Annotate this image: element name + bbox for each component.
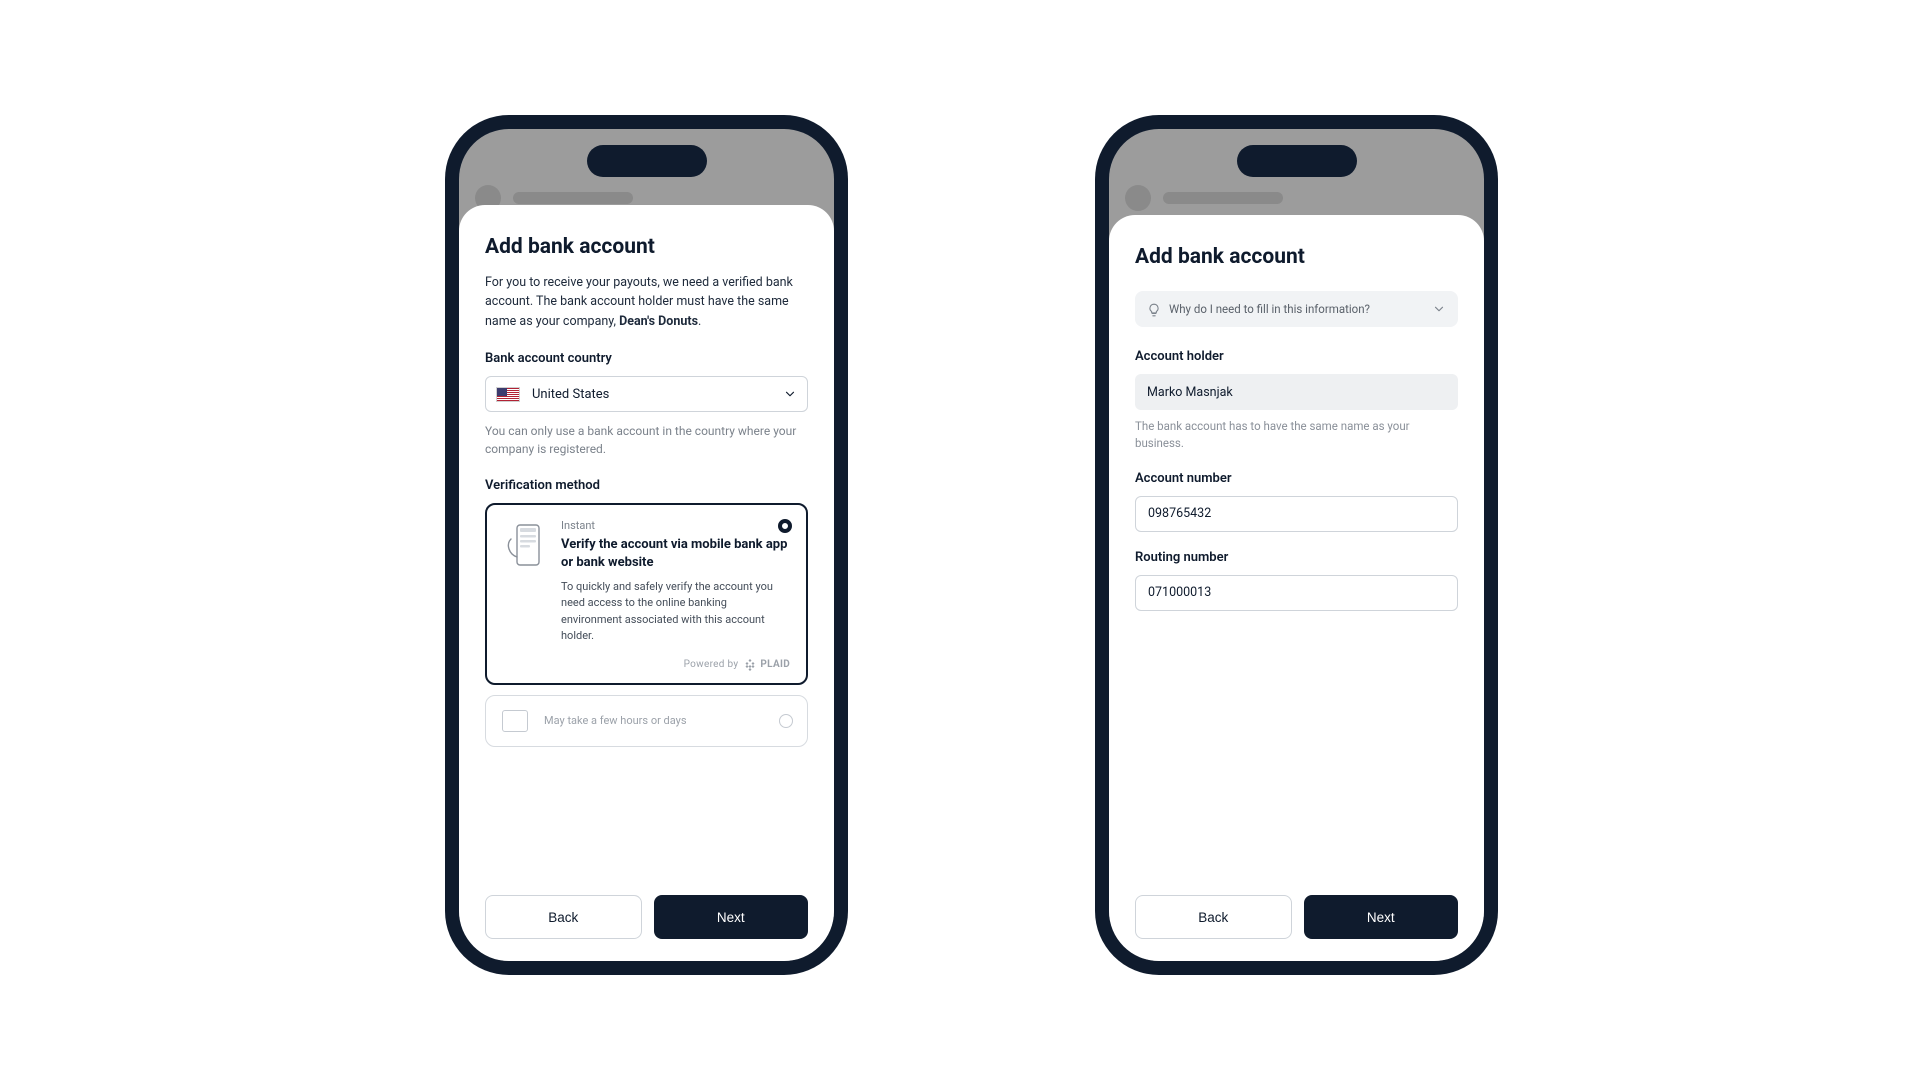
country-label: Bank account country bbox=[485, 351, 808, 366]
chevron-down-icon bbox=[783, 387, 797, 401]
powered-by: Powered by PLAID bbox=[503, 659, 790, 671]
verification-option-manual[interactable]: May take a few hours or days bbox=[485, 695, 808, 747]
verification-option-instant[interactable]: Instant Verify the account via mobile ba… bbox=[485, 503, 808, 684]
account-holder-label: Account holder bbox=[1135, 349, 1458, 364]
account-number-label: Account number bbox=[1135, 471, 1458, 486]
footer-actions: Back Next bbox=[1135, 883, 1458, 939]
radio-unselected-icon bbox=[779, 714, 793, 728]
info-question-text: Why do I need to fill in this informatio… bbox=[1169, 302, 1424, 316]
intro-part2: . bbox=[698, 314, 701, 329]
next-button[interactable]: Next bbox=[1304, 895, 1459, 939]
bottom-sheet: Add bank account For you to receive your… bbox=[459, 205, 834, 961]
back-button[interactable]: Back bbox=[485, 895, 642, 939]
account-holder-field: Marko Masnjak bbox=[1135, 374, 1458, 410]
account-number-input[interactable] bbox=[1135, 496, 1458, 532]
us-flag-icon bbox=[496, 387, 520, 402]
back-button[interactable]: Back bbox=[1135, 895, 1292, 939]
document-icon bbox=[502, 710, 528, 732]
country-select[interactable]: United States bbox=[485, 376, 808, 412]
phone-frame-right: Add bank account Why do I need to fill i… bbox=[1095, 115, 1498, 975]
powered-by-label: Powered by bbox=[684, 659, 739, 670]
notch bbox=[1237, 145, 1357, 177]
country-hint: You can only use a bank account in the c… bbox=[485, 422, 808, 458]
instant-description: To quickly and safely verify the account… bbox=[561, 579, 790, 645]
instant-badge: Instant bbox=[561, 519, 790, 532]
routing-number-label: Routing number bbox=[1135, 550, 1458, 565]
avatar-placeholder bbox=[1125, 185, 1151, 211]
phone-screen-right: Add bank account Why do I need to fill i… bbox=[1109, 129, 1484, 961]
account-holder-hint: The bank account has to have the same na… bbox=[1135, 418, 1458, 453]
footer-actions: Back Next bbox=[485, 883, 808, 939]
page-title: Add bank account bbox=[1135, 245, 1458, 269]
page-title: Add bank account bbox=[485, 235, 808, 259]
phone-frame-left: Add bank account For you to receive your… bbox=[445, 115, 848, 975]
instant-title: Verify the account via mobile bank app o… bbox=[561, 536, 790, 572]
text-placeholder bbox=[1163, 192, 1283, 204]
notch bbox=[587, 145, 707, 177]
next-button[interactable]: Next bbox=[654, 895, 809, 939]
plaid-name: PLAID bbox=[760, 659, 790, 670]
routing-number-input[interactable] bbox=[1135, 575, 1458, 611]
account-holder-value: Marko Masnjak bbox=[1147, 385, 1233, 400]
lightbulb-icon bbox=[1147, 302, 1161, 316]
info-disclosure[interactable]: Why do I need to fill in this informatio… bbox=[1135, 291, 1458, 327]
bottom-sheet: Add bank account Why do I need to fill i… bbox=[1109, 215, 1484, 961]
mobile-bank-illustration bbox=[503, 519, 545, 573]
background-header bbox=[1109, 187, 1484, 209]
company-name: Dean's Donuts bbox=[619, 314, 698, 329]
text-placeholder bbox=[513, 192, 633, 204]
plaid-logo: PLAID bbox=[744, 659, 790, 671]
country-value: United States bbox=[532, 387, 609, 402]
phone-screen-left: Add bank account For you to receive your… bbox=[459, 129, 834, 961]
chevron-down-icon bbox=[1432, 302, 1446, 316]
manual-badge: May take a few hours or days bbox=[544, 714, 687, 727]
intro-text: For you to receive your payouts, we need… bbox=[485, 273, 808, 331]
verification-method-label: Verification method bbox=[485, 478, 808, 493]
